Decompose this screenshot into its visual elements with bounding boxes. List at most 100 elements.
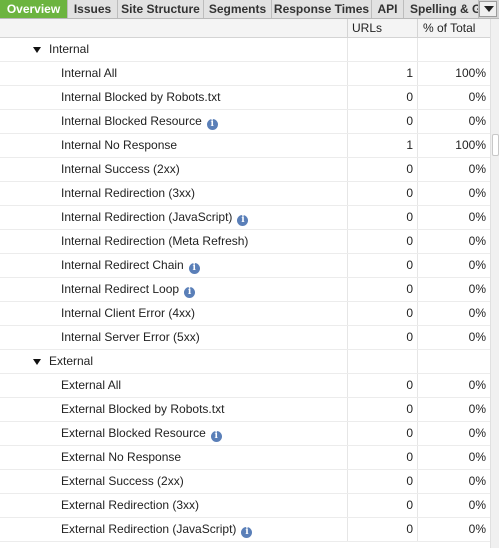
- table-row[interactable]: Internal Blocked by Robots.txt 0 0%: [0, 86, 490, 110]
- name-cell: External All: [0, 374, 348, 397]
- row-label: Internal All: [61, 66, 118, 80]
- urls-cell: 0: [348, 182, 418, 205]
- urls-cell: 0: [348, 110, 418, 133]
- info-icon[interactable]: i: [210, 431, 222, 442]
- urls-cell: 0: [348, 446, 418, 469]
- table-row[interactable]: Internal Client Error (4xx) 0 0%: [0, 302, 490, 326]
- table-row[interactable]: Internal Server Error (5xx) 0 0%: [0, 326, 490, 350]
- column-header-percent[interactable]: % of Total: [423, 19, 475, 37]
- name-cell: Internal Blocked Resource i: [0, 110, 348, 133]
- percent-cell: 0%: [468, 162, 486, 176]
- overview-table: Internal Internal All 1 100% Internal Blocke…: [0, 38, 490, 542]
- info-icon[interactable]: i: [237, 215, 249, 226]
- row-label: Internal Redirect Chain: [61, 258, 184, 272]
- table-row[interactable]: Internal All 1 100%: [0, 62, 490, 86]
- name-cell: Internal Success (2xx): [0, 158, 348, 181]
- scrollbar-thumb[interactable]: [492, 134, 499, 156]
- row-label: Internal Redirection (Meta Refresh): [61, 234, 249, 248]
- percent-cell: 0%: [468, 306, 486, 320]
- percent-cell: 0%: [468, 282, 486, 296]
- name-cell: Internal No Response: [0, 134, 348, 157]
- name-cell: External Redirection (3xx): [0, 494, 348, 517]
- name-cell: Internal Server Error (5xx): [0, 326, 348, 349]
- table-row[interactable]: Internal Blocked Resource i 0 0%: [0, 110, 490, 134]
- expand-triangle-icon[interactable]: [33, 359, 41, 365]
- percent-cell: 0%: [468, 426, 486, 440]
- info-icon[interactable]: i: [188, 263, 200, 274]
- urls-cell: [348, 38, 418, 61]
- table-row[interactable]: Internal No Response 1 100%: [0, 134, 490, 158]
- table-row[interactable]: Internal Redirect Chain i 0 0%: [0, 254, 490, 278]
- name-cell: Internal Redirect Chain i: [0, 254, 348, 277]
- tab-spelling-grammar[interactable]: Spelling & G: [404, 0, 479, 18]
- urls-cell: 0: [348, 398, 418, 421]
- name-cell: Internal Redirect Loop i: [0, 278, 348, 301]
- chevron-down-icon: [484, 6, 494, 12]
- tab-overview[interactable]: Overview: [0, 0, 68, 18]
- table-row[interactable]: External All 0 0%: [0, 374, 490, 398]
- column-divider: [417, 19, 418, 37]
- percent-cell: 0%: [468, 474, 486, 488]
- name-cell: External Redirection (JavaScript) i: [0, 518, 348, 541]
- group-row[interactable]: Internal: [0, 38, 490, 62]
- column-header-urls[interactable]: URLs: [352, 19, 382, 37]
- row-label: External Blocked Resource: [61, 426, 206, 440]
- urls-cell: 0: [348, 518, 418, 541]
- name-cell: External Success (2xx): [0, 470, 348, 493]
- urls-cell: 0: [348, 254, 418, 277]
- table-header: URLs % of Total: [0, 19, 490, 38]
- table-row[interactable]: Internal Success (2xx) 0 0%: [0, 158, 490, 182]
- percent-cell: 100%: [455, 138, 486, 152]
- name-cell: External Blocked Resource i: [0, 422, 348, 445]
- row-label: Internal Blocked by Robots.txt: [61, 90, 221, 104]
- vertical-scrollbar[interactable]: [490, 19, 499, 548]
- row-label: External Redirection (3xx): [61, 498, 200, 512]
- row-label: Internal Redirect Loop: [61, 282, 180, 296]
- table-row[interactable]: External Blocked Resource i 0 0%: [0, 422, 490, 446]
- row-label: Internal No Response: [61, 138, 178, 152]
- tab-overflow-menu-button[interactable]: [479, 1, 497, 17]
- row-label: Internal Client Error (4xx): [61, 306, 196, 320]
- urls-cell: 0: [348, 422, 418, 445]
- name-cell: External Blocked by Robots.txt: [0, 398, 348, 421]
- percent-cell: 0%: [468, 378, 486, 392]
- info-icon[interactable]: i: [184, 287, 196, 298]
- tab-response-times[interactable]: Response Times: [272, 0, 372, 18]
- urls-cell: 0: [348, 374, 418, 397]
- tab-issues[interactable]: Issues: [68, 0, 118, 18]
- table-row[interactable]: Internal Redirection (3xx) 0 0%: [0, 182, 490, 206]
- table-row[interactable]: External Redirection (JavaScript) i 0 0%: [0, 518, 490, 542]
- tab-site-structure[interactable]: Site Structure: [118, 0, 204, 18]
- group-label: Internal: [49, 42, 90, 56]
- percent-cell: 0%: [468, 402, 486, 416]
- percent-cell: 0%: [468, 522, 486, 536]
- urls-cell: 0: [348, 206, 418, 229]
- group-row[interactable]: External: [0, 350, 490, 374]
- row-label: Internal Server Error (5xx): [61, 330, 200, 344]
- percent-cell: 0%: [468, 90, 486, 104]
- table-row[interactable]: External Redirection (3xx) 0 0%: [0, 494, 490, 518]
- table-row[interactable]: Internal Redirect Loop i 0 0%: [0, 278, 490, 302]
- name-cell: Internal All: [0, 62, 348, 85]
- table-row[interactable]: Internal Redirection (JavaScript) i 0 0%: [0, 206, 490, 230]
- row-label: Internal Success (2xx): [61, 162, 180, 176]
- tab-segments[interactable]: Segments: [204, 0, 272, 18]
- name-cell: Internal Blocked by Robots.txt: [0, 86, 348, 109]
- percent-cell: 0%: [468, 450, 486, 464]
- row-label: External No Response: [61, 450, 182, 464]
- expand-triangle-icon[interactable]: [33, 47, 41, 53]
- row-label: Internal Redirection (JavaScript): [61, 210, 233, 224]
- urls-cell: 0: [348, 86, 418, 109]
- percent-cell: 100%: [455, 66, 486, 80]
- table-row[interactable]: External No Response 0 0%: [0, 446, 490, 470]
- info-icon[interactable]: i: [241, 527, 253, 538]
- info-icon[interactable]: i: [206, 119, 218, 130]
- table-row[interactable]: External Blocked by Robots.txt 0 0%: [0, 398, 490, 422]
- column-divider: [347, 19, 348, 37]
- table-row[interactable]: External Success (2xx) 0 0%: [0, 470, 490, 494]
- percent-cell: 0%: [468, 210, 486, 224]
- name-cell: Internal Redirection (3xx): [0, 182, 348, 205]
- percent-cell: 0%: [468, 114, 486, 128]
- tab-api[interactable]: API: [372, 0, 404, 18]
- table-row[interactable]: Internal Redirection (Meta Refresh) 0 0%: [0, 230, 490, 254]
